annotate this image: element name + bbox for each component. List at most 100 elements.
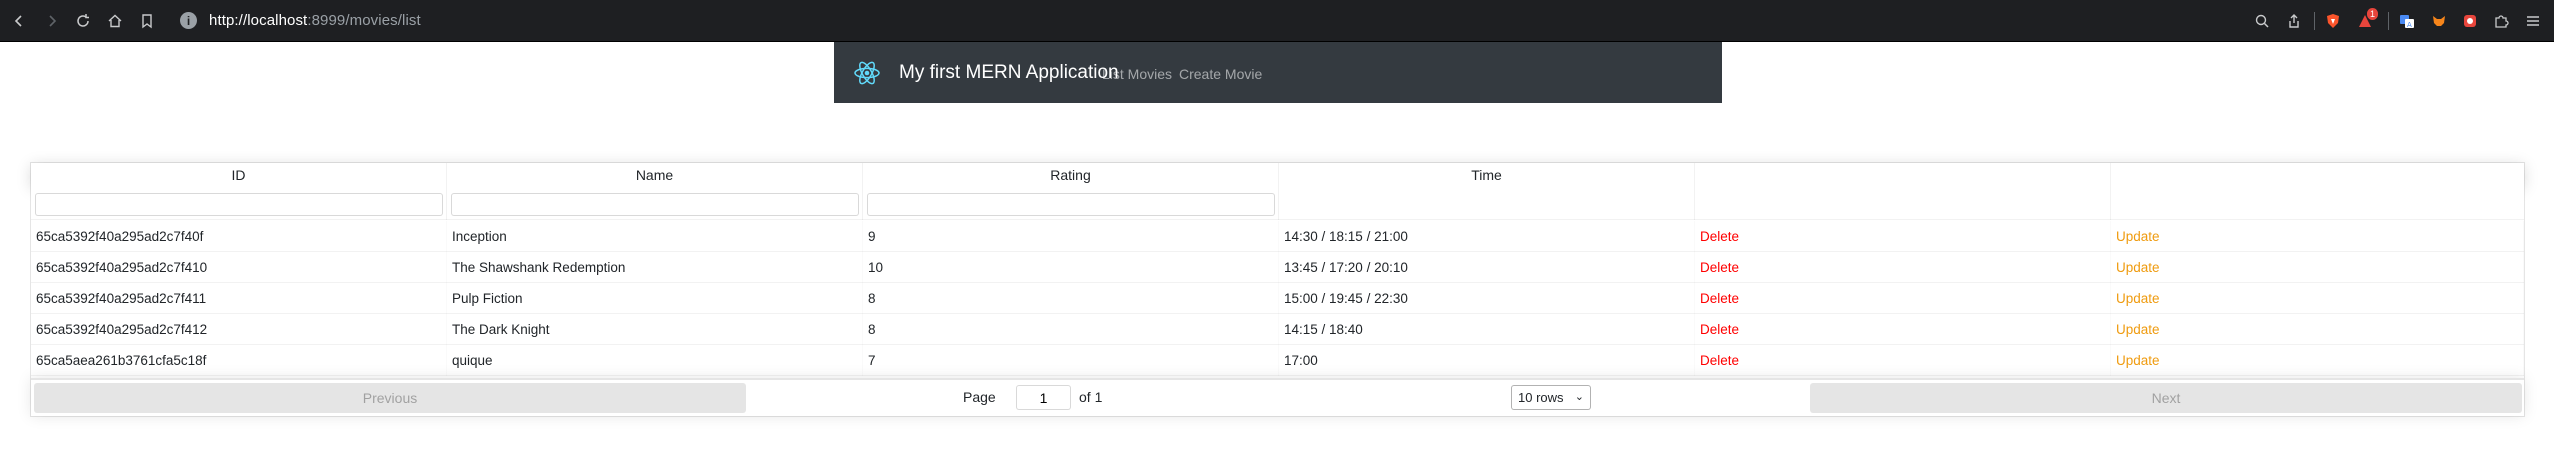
table-cell: quique xyxy=(447,345,863,376)
chevron-down-icon: ⌄ xyxy=(1574,391,1584,403)
filter-name-input[interactable] xyxy=(451,193,859,216)
delete-button[interactable]: Delete xyxy=(1700,260,1739,275)
toolbar-separator xyxy=(2314,12,2315,30)
column-header-update xyxy=(2111,163,2524,187)
table-cell: 13:45 / 17:20 / 20:10 xyxy=(1279,252,1695,283)
filter-cell xyxy=(1695,187,2111,220)
table-cell: 17:00 xyxy=(1279,345,1695,376)
browser-toolbar: i http://localhost:8999/movies/list 1 A xyxy=(0,0,2554,42)
zoom-icon[interactable] xyxy=(2252,11,2272,31)
puzzle-icon[interactable] xyxy=(2491,11,2511,31)
rows-per-page-select[interactable]: 10 rows ⌄ xyxy=(1511,385,1591,410)
reload-icon[interactable] xyxy=(73,11,93,31)
update-button[interactable]: Update xyxy=(2116,260,2160,275)
delete-button[interactable]: Delete xyxy=(1700,229,1739,244)
column-header-name[interactable]: Name xyxy=(447,163,863,187)
table-cell: Update xyxy=(2111,252,2524,283)
forward-icon[interactable] xyxy=(42,11,62,31)
table-header: ID Name Rating Time xyxy=(31,163,2524,187)
translate-icon[interactable]: A xyxy=(2397,11,2417,31)
table-cell: Update xyxy=(2111,314,2524,345)
metamask-icon[interactable] xyxy=(2429,11,2449,31)
filter-rating-input[interactable] xyxy=(867,193,1275,216)
table-cell: The Dark Knight xyxy=(447,314,863,345)
cell-time: 13:45 / 17:20 / 20:10 xyxy=(1284,260,1408,275)
cell-name: quique xyxy=(452,353,493,368)
nav-link-create-movie[interactable]: Create Movie xyxy=(1179,66,1262,82)
table-cell: 7 xyxy=(863,345,1279,376)
table-cell: 65ca5392f40a295ad2c7f411 xyxy=(31,283,447,314)
table-row: 65ca5392f40a295ad2c7f412 The Dark Knight 8… xyxy=(31,314,2524,345)
movies-table: ID Name Rating Time 65ca5392f40a295ad2c7… xyxy=(30,162,2525,417)
update-button[interactable]: Update xyxy=(2116,291,2160,306)
home-icon[interactable] xyxy=(105,11,125,31)
cell-rating: 9 xyxy=(868,229,876,244)
table-cell: Delete xyxy=(1695,314,2111,345)
next-page-button[interactable]: Next xyxy=(1810,383,2522,413)
update-button[interactable]: Update xyxy=(2116,353,2160,368)
toolbar-separator xyxy=(2388,12,2389,30)
cell-rating: 8 xyxy=(868,322,876,337)
notification-badge: 1 xyxy=(2367,8,2379,20)
previous-page-button[interactable]: Previous xyxy=(34,383,746,413)
cell-rating: 7 xyxy=(868,353,876,368)
table-cell: 65ca5392f40a295ad2c7f412 xyxy=(31,314,447,345)
table-cell: Update xyxy=(2111,283,2524,314)
table-cell: 8 xyxy=(863,283,1279,314)
table-cell: Inception xyxy=(447,221,863,252)
url-path: :8999/movies/list xyxy=(307,12,421,29)
delete-button[interactable]: Delete xyxy=(1700,291,1739,306)
table-cell: Delete xyxy=(1695,283,2111,314)
nav-link-list-movies[interactable]: List Movies xyxy=(1102,66,1172,82)
update-button[interactable]: Update xyxy=(2116,322,2160,337)
column-header-delete xyxy=(1695,163,2111,187)
app-navbar: My first MERN Application List Movies Cr… xyxy=(834,42,1722,103)
page-total-label: of 1 xyxy=(1079,389,1103,405)
cell-name: The Dark Knight xyxy=(452,322,550,337)
table-cell: Delete xyxy=(1695,252,2111,283)
table-cell: Update xyxy=(2111,221,2524,252)
cell-name: Inception xyxy=(452,229,507,244)
table-cell: 15:00 / 19:45 / 22:30 xyxy=(1279,283,1695,314)
cell-id: 65ca5392f40a295ad2c7f410 xyxy=(36,260,208,275)
page-label: Page xyxy=(963,389,996,405)
table-cell: The Shawshank Redemption xyxy=(447,252,863,283)
table-cell: 8 xyxy=(863,314,1279,345)
cell-time: 15:00 / 19:45 / 22:30 xyxy=(1284,291,1408,306)
column-header-time[interactable]: Time xyxy=(1279,163,1695,187)
menu-icon[interactable] xyxy=(2523,11,2543,31)
table-cell: 14:30 / 18:15 / 21:00 xyxy=(1279,221,1695,252)
table-cell: 10 xyxy=(863,252,1279,283)
update-button[interactable]: Update xyxy=(2116,229,2160,244)
cell-time: 14:15 / 18:40 xyxy=(1284,322,1363,337)
delete-button[interactable]: Delete xyxy=(1700,322,1739,337)
page-number-input[interactable] xyxy=(1016,385,1071,410)
table-cell: 65ca5392f40a295ad2c7f410 xyxy=(31,252,447,283)
table-cell: 65ca5392f40a295ad2c7f40f xyxy=(31,221,447,252)
cell-name: The Shawshank Redemption xyxy=(452,260,626,275)
navbar-brand[interactable]: My first MERN Application xyxy=(899,62,1119,84)
react-logo-icon[interactable] xyxy=(852,58,882,88)
back-icon[interactable] xyxy=(9,11,29,31)
bookmark-icon[interactable] xyxy=(137,11,157,31)
filter-id-input[interactable] xyxy=(35,193,443,216)
share-icon[interactable] xyxy=(2284,11,2304,31)
pagination-bar: Previous Page of 1 10 rows ⌄ Next xyxy=(31,378,2524,416)
column-header-id[interactable]: ID xyxy=(31,163,447,187)
extension-icon[interactable] xyxy=(2460,11,2480,31)
table-cell: Pulp Fiction xyxy=(447,283,863,314)
address-bar[interactable]: http://localhost:8999/movies/list xyxy=(209,12,421,29)
delete-button[interactable]: Delete xyxy=(1700,353,1739,368)
filter-row xyxy=(31,187,2524,220)
table-cell: Update xyxy=(2111,345,2524,376)
url-host: http://localhost xyxy=(209,12,308,29)
info-icon[interactable]: i xyxy=(180,12,197,29)
table-row: 65ca5392f40a295ad2c7f410 The Shawshank Re… xyxy=(31,252,2524,283)
cell-id: 65ca5392f40a295ad2c7f411 xyxy=(36,291,207,306)
brave-shield-icon[interactable] xyxy=(2323,11,2343,31)
cell-rating: 10 xyxy=(868,260,884,275)
cell-name: Pulp Fiction xyxy=(452,291,523,306)
table-row: 65ca5392f40a295ad2c7f40f Inception 9 14:30 … xyxy=(31,221,2524,252)
filter-cell xyxy=(31,187,447,220)
column-header-rating[interactable]: Rating xyxy=(863,163,1279,187)
